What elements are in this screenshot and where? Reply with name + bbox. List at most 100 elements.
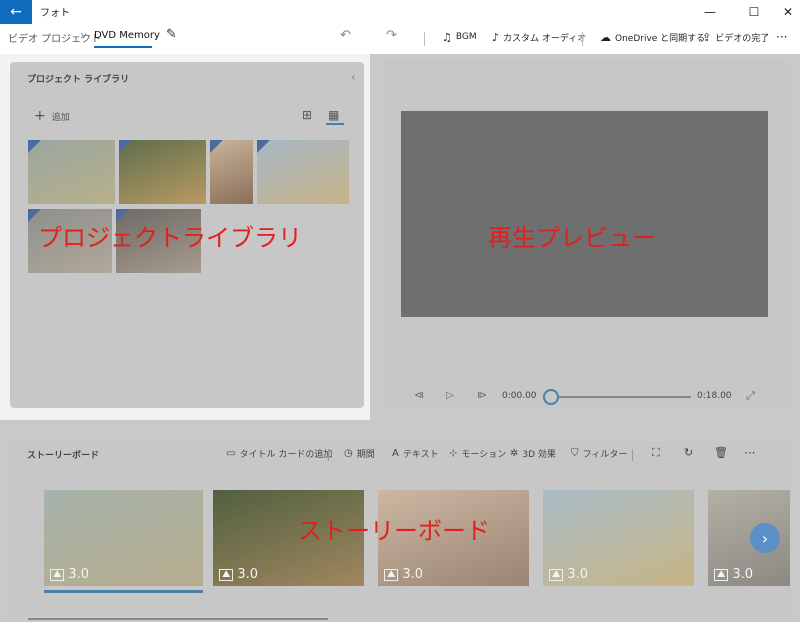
duration-button[interactable]: ◷ 期間 (344, 447, 375, 460)
duration-value: 3.0 (402, 567, 424, 582)
back-arrow-icon: ← (10, 4, 22, 20)
motion-button[interactable]: ⊹ モーション (449, 447, 506, 460)
storyboard-card[interactable]: ⛰ 3.0 (543, 490, 694, 586)
unused-marker-icon (119, 140, 132, 153)
storyboard-divider (328, 449, 329, 461)
library-thumbnail[interactable] (28, 140, 115, 204)
image-icon: ⛰ (549, 568, 564, 581)
filter-icon: ⛉ (571, 448, 579, 459)
onedrive-label: OneDrive と同期する (615, 33, 706, 44)
3d-effects-button[interactable]: ✲ 3D 効果 (510, 447, 556, 460)
unused-marker-icon (257, 140, 270, 153)
play-icon[interactable]: ▷ (446, 390, 454, 401)
video-preview[interactable] (401, 111, 768, 317)
motion-icon: ⊹ (449, 448, 458, 459)
project-name[interactable]: DVD Memory (94, 30, 160, 41)
storyboard-card[interactable]: ⛰ 3.0 (44, 490, 203, 586)
add-title-card-button[interactable]: ▭ タイトル カードの追加 (226, 447, 332, 460)
image-icon: ⛰ (714, 568, 729, 581)
card-duration: ⛰ 3.0 (549, 567, 588, 582)
breadcrumb-project[interactable]: ビデオ プロジェクト (8, 30, 101, 45)
bgm-button[interactable]: ♫ BGM (442, 28, 477, 46)
card-duration: ⛰ 3.0 (219, 567, 258, 582)
music-note-icon: ♫ (442, 30, 452, 44)
cloud-icon: ☁ (600, 30, 611, 44)
next-frame-icon[interactable]: ⧐ (477, 390, 487, 401)
bgm-label: BGM (455, 32, 477, 42)
finish-video-label: ビデオの完了 (715, 33, 770, 44)
current-time: 0:00.00 (502, 391, 537, 401)
storyboard-more-button[interactable]: ··· (744, 446, 755, 460)
image-icon: ⛰ (384, 568, 399, 581)
text-button[interactable]: A テキスト (392, 447, 439, 460)
duration-value: 3.0 (237, 567, 259, 582)
motion-label: モーション (461, 450, 507, 460)
seek-bar[interactable] (556, 396, 691, 398)
back-button[interactable]: ← (0, 0, 32, 24)
text-icon: A (392, 448, 399, 459)
large-grid-view-icon[interactable]: ▦ (328, 108, 339, 122)
storyboard-annotation: ストーリーボード (298, 517, 490, 545)
image-icon: ⛰ (219, 568, 234, 581)
library-thumbnail[interactable] (257, 140, 349, 204)
horizontal-scrollbar[interactable] (28, 618, 328, 620)
seek-handle[interactable] (543, 389, 559, 405)
selected-card-indicator (44, 590, 203, 593)
maximize-button[interactable]: ☐ (736, 0, 772, 24)
title-bar (0, 0, 800, 24)
filters-button[interactable]: ⛉ フィルター (571, 447, 627, 460)
duration-value: 3.0 (732, 567, 754, 582)
collapse-chevron-icon[interactable]: ‹ (351, 70, 356, 84)
clock-icon: ◷ (344, 448, 353, 459)
more-options-button[interactable]: ··· (776, 28, 787, 46)
redo-icon[interactable]: ↷ (386, 28, 397, 43)
scroll-right-button[interactable]: › (750, 523, 780, 553)
toolbar-divider (424, 32, 425, 46)
card-duration: ⛰ 3.0 (714, 567, 753, 582)
add-media-button[interactable]: + 追加 (34, 108, 70, 124)
delete-icon[interactable]: 🗑 (714, 446, 728, 459)
3d-effects-icon: ✲ (510, 448, 519, 459)
custom-audio-icon: ♪ (492, 30, 500, 44)
storyboard-title: ストーリーボード (27, 451, 100, 461)
share-icon: ⇪ (702, 30, 712, 44)
breadcrumb-separator: › (80, 28, 85, 42)
custom-audio-button[interactable]: ♪ カスタム オーディオ (492, 28, 586, 46)
library-thumbnail[interactable] (210, 140, 253, 204)
filters-label: フィルター (582, 450, 628, 460)
duration-value: 3.0 (68, 567, 90, 582)
project-name-underline (94, 46, 152, 48)
title-card-label: タイトル カードの追加 (239, 450, 333, 460)
card-duration: ⛰ 3.0 (384, 567, 423, 582)
title-card-icon: ▭ (226, 448, 236, 459)
library-annotation: プロジェクトライブラリ (38, 224, 302, 252)
view-selected-indicator (326, 123, 344, 125)
onedrive-sync-button[interactable]: ☁ OneDrive と同期する (600, 28, 705, 46)
add-label: 追加 (51, 112, 70, 123)
pencil-icon[interactable]: ✎ (166, 27, 182, 43)
unused-marker-icon (28, 140, 41, 153)
custom-audio-label: カスタム オーディオ (503, 33, 587, 44)
preview-annotation: 再生プレビュー (488, 224, 656, 252)
duration-value: 3.0 (567, 567, 589, 582)
fullscreen-icon[interactable]: ⤢ (746, 389, 755, 403)
app-title: フォト (40, 8, 70, 19)
storyboard-divider (632, 449, 633, 461)
3d-effects-label: 3D 効果 (522, 450, 556, 460)
image-icon: ⛰ (50, 568, 65, 581)
undo-icon[interactable]: ↶ (340, 28, 351, 43)
finish-video-button[interactable]: ⇪ ビデオの完了 (702, 28, 769, 46)
toolbar-divider (582, 32, 583, 46)
duration-label: 期間 (356, 450, 375, 460)
library-thumbnail[interactable] (119, 140, 206, 204)
unused-marker-icon (210, 140, 223, 153)
crop-resize-icon[interactable]: ⛶ (652, 446, 660, 460)
library-title: プロジェクト ライブラリ (27, 75, 130, 85)
total-time: 0:18.00 (697, 391, 732, 401)
previous-frame-icon[interactable]: ⧏ (414, 390, 424, 401)
small-grid-view-icon[interactable]: ⊞ (302, 108, 312, 122)
plus-icon: + (34, 108, 46, 124)
minimize-button[interactable]: — (692, 0, 728, 24)
rotate-icon[interactable]: ↻ (684, 446, 693, 459)
close-button[interactable]: ✕ (770, 0, 800, 24)
